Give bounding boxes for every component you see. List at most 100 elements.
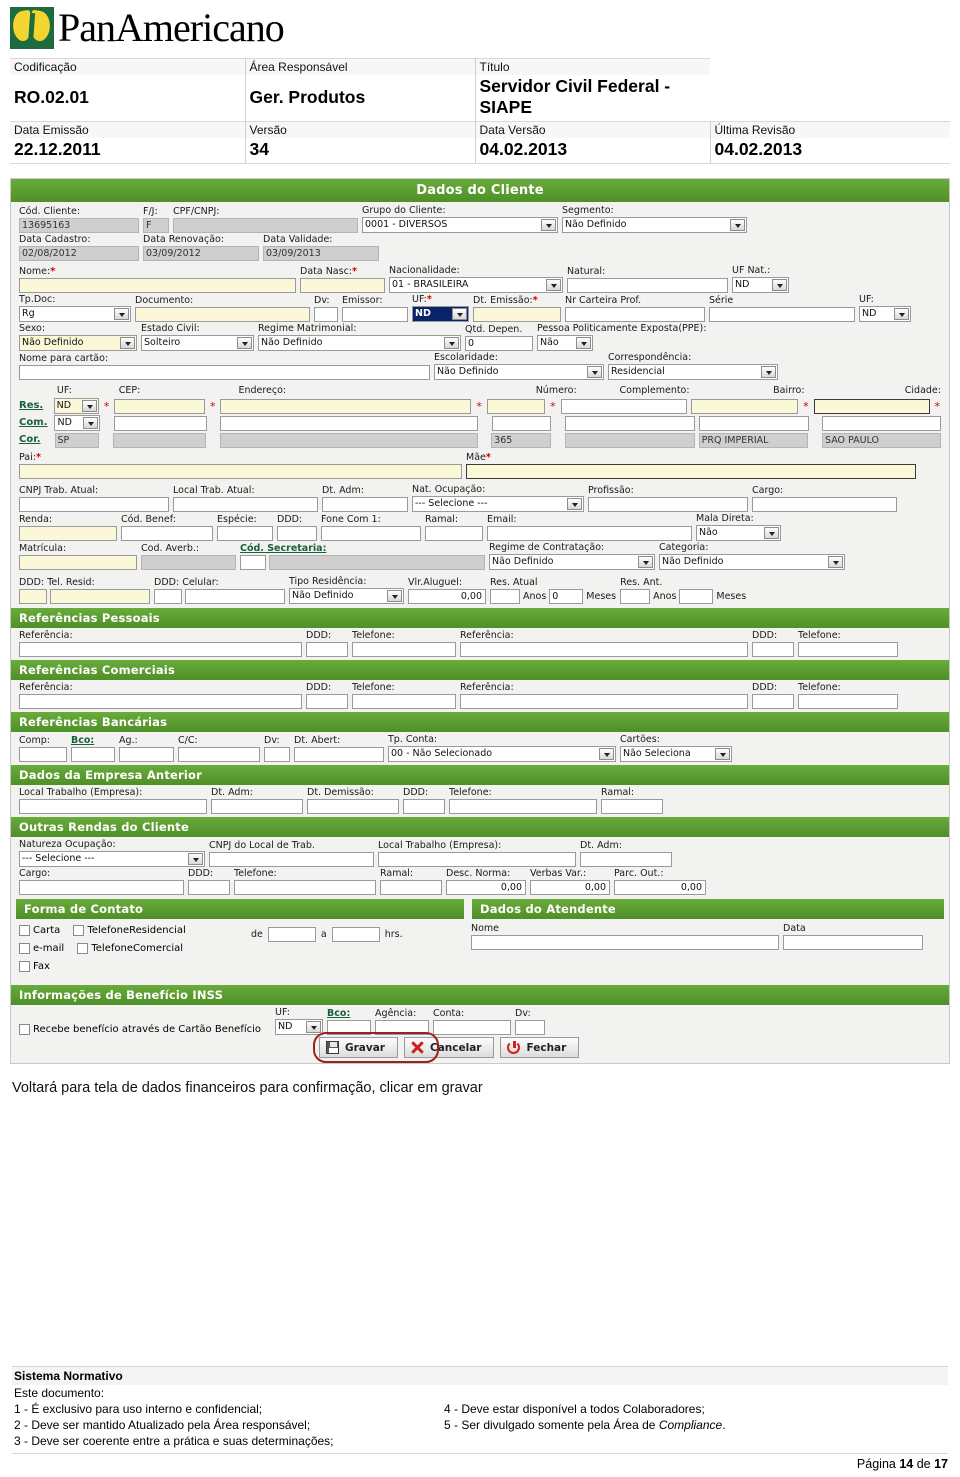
input-res-bairro[interactable] [691,399,799,414]
checkbox-cartao-beneficio[interactable]: Recebe benefício através de Cartão Benef… [19,1024,261,1035]
input-tel-resid[interactable] [50,589,150,604]
input-res-numero[interactable] [486,399,546,414]
input-ramal-com[interactable] [425,526,483,541]
checkbox-fax[interactable]: Fax [19,961,50,972]
input-emp-ddd[interactable] [403,799,445,814]
input-ag[interactable] [119,747,174,762]
input-com-endereco[interactable] [220,416,479,431]
select-mala-direta[interactable]: Não [696,525,781,541]
select-sexo[interactable]: Não Definido [19,335,137,351]
select-tp-doc[interactable]: Rg [19,306,131,322]
input-res-atual-meses[interactable]: 0 [549,589,584,604]
input-com-cidade[interactable] [822,416,941,431]
checkbox-carta[interactable]: Carta [19,925,60,936]
select-res-uf[interactable]: ND [53,398,99,414]
input-data-nasc[interactable] [300,278,385,293]
input-serie[interactable] [709,307,855,322]
label-cod-secretaria[interactable]: Cód. Secretaria: [240,543,485,555]
input-dt-adm[interactable] [322,497,408,512]
input-desc-norma[interactable]: 0,00 [446,880,526,895]
select-segmento[interactable]: Não Definido [562,217,747,233]
input-ref-pessoal-1-nome[interactable] [19,642,302,657]
input-ddd-celular[interactable] [154,589,182,604]
select-natureza-ocupacao[interactable]: --- Selecione --- [19,851,205,867]
input-ref-comercial-2-ddd[interactable] [752,694,794,709]
input-cc[interactable] [178,747,260,762]
select-estado-civil[interactable]: Solteiro [141,335,254,351]
select-grupo-cliente[interactable]: 0001 - DIVERSOS [362,217,558,233]
input-com-numero[interactable] [491,416,552,431]
input-renda[interactable] [19,526,117,541]
input-atendente-data[interactable] [783,935,923,950]
input-res-ant-meses[interactable] [679,589,714,604]
input-ref-pessoal-2-ddd[interactable] [752,642,794,657]
select-uf-doc[interactable]: ND [412,306,469,322]
input-cod-secretaria[interactable] [240,555,266,570]
input-pai[interactable] [19,464,462,479]
input-ref-comercial-1-ddd[interactable] [306,694,348,709]
input-cargo[interactable] [752,497,897,512]
input-matricula[interactable] [19,555,137,570]
input-local-trab[interactable] [173,497,318,512]
input-emp-telefone[interactable] [449,799,597,814]
address-tag-cor[interactable]: Cor. [19,432,51,448]
input-fj[interactable]: F [143,218,169,233]
input-dv-doc[interactable] [314,307,338,322]
select-ppe[interactable]: Não [537,335,593,351]
input-ref-pessoal-1-ddd[interactable] [306,642,348,657]
input-outras-cargo[interactable] [19,880,184,895]
input-com-cep[interactable] [113,416,207,431]
input-vlr-aluguel[interactable]: 0,00 [408,589,486,604]
input-ref-pessoal-1-tel[interactable] [352,642,456,657]
input-res-ant-anos[interactable] [620,589,651,604]
input-outras-ramal[interactable] [380,880,442,895]
input-ddd-resid[interactable] [19,589,47,604]
input-res-complemento[interactable] [560,399,688,414]
input-ref-pessoal-2-tel[interactable] [798,642,898,657]
input-outras-telefone[interactable] [234,880,376,895]
input-ref-comercial-1-nome[interactable] [19,694,302,709]
input-cod-cliente[interactable]: 13695163 [19,218,139,233]
input-dt-emissao[interactable] [473,307,561,322]
input-qtd-depen[interactable]: 0 [465,336,533,351]
input-dt-abert[interactable] [294,747,384,762]
label-bco[interactable]: Bco: [71,735,115,747]
input-com-bairro[interactable] [698,416,809,431]
input-atendente-nome[interactable] [471,935,779,950]
input-verbas-var[interactable]: 0,00 [530,880,610,895]
input-comp[interactable] [19,747,67,762]
address-tag-res[interactable]: Res. [19,398,50,414]
select-nacionalidade[interactable]: 01 - BRASILEIRA [389,277,563,293]
input-ref-comercial-2-tel[interactable] [798,694,898,709]
select-regime-matrimonial[interactable]: Não Definido [258,335,461,351]
input-ref-pessoal-2-nome[interactable] [460,642,748,657]
input-profissao[interactable] [588,497,748,512]
input-celular[interactable] [185,589,285,604]
input-dv-banco[interactable] [264,747,290,762]
input-emp-dt-adm[interactable] [211,799,303,814]
fechar-button[interactable]: Fechar [500,1037,580,1058]
checkbox-email[interactable]: e-mail [19,943,64,954]
select-tp-conta[interactable]: 00 - Não Selecionado [388,746,616,762]
input-inss-dv[interactable] [515,1020,546,1035]
gravar-button[interactable]: Gravar [319,1037,398,1058]
checkbox-telefone-residencial[interactable]: TelefoneResidencial [73,925,186,936]
input-nome-cartao[interactable] [19,365,430,380]
input-com-complemento[interactable] [564,416,695,431]
input-res-cidade[interactable] [813,399,930,414]
input-inss-agencia[interactable] [375,1020,430,1035]
input-nome[interactable] [19,278,296,293]
input-outras-dt-adm[interactable] [580,852,672,867]
input-emp-dt-demissao[interactable] [307,799,399,814]
input-data-cadastro[interactable]: 02/08/2012 [19,246,139,261]
input-outras-local[interactable] [378,852,576,867]
input-ref-comercial-1-tel[interactable] [352,694,456,709]
select-tipo-residencia[interactable]: Não Definido [289,588,404,604]
select-correspondencia[interactable]: Residencial [608,364,778,380]
input-mae[interactable] [466,464,916,479]
input-hora-a[interactable] [331,927,380,942]
input-ref-comercial-2-nome[interactable] [460,694,748,709]
input-res-cep[interactable] [114,399,205,414]
select-regime-contratacao[interactable]: Não Definido [489,554,655,570]
input-res-atual-anos[interactable] [490,589,520,604]
